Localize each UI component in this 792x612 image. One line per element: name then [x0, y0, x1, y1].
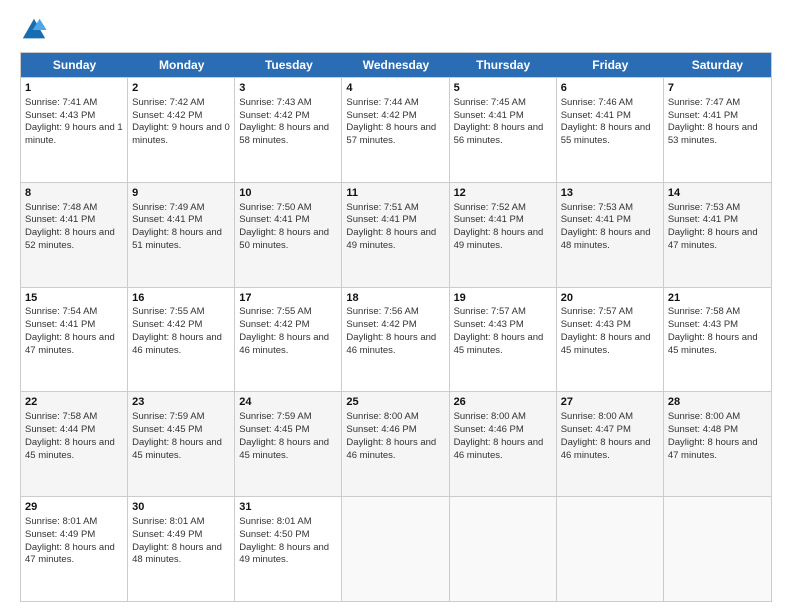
- day-number: 16: [132, 291, 230, 306]
- calendar-cell: 14Sunrise: 7:53 AM Sunset: 4:41 PM Dayli…: [664, 183, 771, 287]
- day-number: 29: [25, 500, 123, 515]
- day-number: 22: [25, 395, 123, 410]
- logo: [20, 16, 52, 44]
- calendar-cell: 10Sunrise: 7:50 AM Sunset: 4:41 PM Dayli…: [235, 183, 342, 287]
- calendar-cell: 9Sunrise: 7:49 AM Sunset: 4:41 PM Daylig…: [128, 183, 235, 287]
- calendar-row: 8Sunrise: 7:48 AM Sunset: 4:41 PM Daylig…: [21, 182, 771, 287]
- day-number: 14: [668, 186, 767, 201]
- calendar-cell: 4Sunrise: 7:44 AM Sunset: 4:42 PM Daylig…: [342, 78, 449, 182]
- day-number: 25: [346, 395, 444, 410]
- day-number: 7: [668, 81, 767, 96]
- day-number: 1: [25, 81, 123, 96]
- calendar-cell: 13Sunrise: 7:53 AM Sunset: 4:41 PM Dayli…: [557, 183, 664, 287]
- calendar-cell: 17Sunrise: 7:55 AM Sunset: 4:42 PM Dayli…: [235, 288, 342, 392]
- day-number: 5: [454, 81, 552, 96]
- day-number: 11: [346, 186, 444, 201]
- calendar-cell: 24Sunrise: 7:59 AM Sunset: 4:45 PM Dayli…: [235, 392, 342, 496]
- day-number: 26: [454, 395, 552, 410]
- day-number: 19: [454, 291, 552, 306]
- calendar-cell: 22Sunrise: 7:58 AM Sunset: 4:44 PM Dayli…: [21, 392, 128, 496]
- day-number: 18: [346, 291, 444, 306]
- calendar-cell: 20Sunrise: 7:57 AM Sunset: 4:43 PM Dayli…: [557, 288, 664, 392]
- day-number: 27: [561, 395, 659, 410]
- calendar-cell: 16Sunrise: 7:55 AM Sunset: 4:42 PM Dayli…: [128, 288, 235, 392]
- calendar-cell: [342, 497, 449, 601]
- calendar-cell: [664, 497, 771, 601]
- calendar-cell: 6Sunrise: 7:46 AM Sunset: 4:41 PM Daylig…: [557, 78, 664, 182]
- calendar: SundayMondayTuesdayWednesdayThursdayFrid…: [20, 52, 772, 602]
- header: [20, 16, 772, 44]
- calendar-cell: 27Sunrise: 8:00 AM Sunset: 4:47 PM Dayli…: [557, 392, 664, 496]
- day-number: 24: [239, 395, 337, 410]
- day-of-week-header: Tuesday: [235, 53, 342, 77]
- calendar-row: 29Sunrise: 8:01 AM Sunset: 4:49 PM Dayli…: [21, 496, 771, 601]
- calendar-cell: 2Sunrise: 7:42 AM Sunset: 4:42 PM Daylig…: [128, 78, 235, 182]
- calendar-cell: 28Sunrise: 8:00 AM Sunset: 4:48 PM Dayli…: [664, 392, 771, 496]
- calendar-cell: 1Sunrise: 7:41 AM Sunset: 4:43 PM Daylig…: [21, 78, 128, 182]
- day-number: 4: [346, 81, 444, 96]
- day-number: 12: [454, 186, 552, 201]
- day-number: 13: [561, 186, 659, 201]
- calendar-cell: 29Sunrise: 8:01 AM Sunset: 4:49 PM Dayli…: [21, 497, 128, 601]
- day-number: 8: [25, 186, 123, 201]
- calendar-cell: 7Sunrise: 7:47 AM Sunset: 4:41 PM Daylig…: [664, 78, 771, 182]
- day-number: 31: [239, 500, 337, 515]
- calendar-cell: 3Sunrise: 7:43 AM Sunset: 4:42 PM Daylig…: [235, 78, 342, 182]
- calendar-cell: 21Sunrise: 7:58 AM Sunset: 4:43 PM Dayli…: [664, 288, 771, 392]
- calendar-cell: 26Sunrise: 8:00 AM Sunset: 4:46 PM Dayli…: [450, 392, 557, 496]
- calendar-cell: 25Sunrise: 8:00 AM Sunset: 4:46 PM Dayli…: [342, 392, 449, 496]
- calendar-header: SundayMondayTuesdayWednesdayThursdayFrid…: [21, 53, 771, 77]
- day-number: 20: [561, 291, 659, 306]
- page: SundayMondayTuesdayWednesdayThursdayFrid…: [0, 0, 792, 612]
- calendar-cell: [557, 497, 664, 601]
- calendar-cell: 5Sunrise: 7:45 AM Sunset: 4:41 PM Daylig…: [450, 78, 557, 182]
- day-number: 10: [239, 186, 337, 201]
- calendar-row: 15Sunrise: 7:54 AM Sunset: 4:41 PM Dayli…: [21, 287, 771, 392]
- calendar-row: 1Sunrise: 7:41 AM Sunset: 4:43 PM Daylig…: [21, 77, 771, 182]
- day-number: 15: [25, 291, 123, 306]
- logo-icon: [20, 16, 48, 44]
- day-number: 23: [132, 395, 230, 410]
- calendar-cell: 31Sunrise: 8:01 AM Sunset: 4:50 PM Dayli…: [235, 497, 342, 601]
- calendar-cell: 11Sunrise: 7:51 AM Sunset: 4:41 PM Dayli…: [342, 183, 449, 287]
- calendar-cell: 23Sunrise: 7:59 AM Sunset: 4:45 PM Dayli…: [128, 392, 235, 496]
- day-number: 6: [561, 81, 659, 96]
- day-of-week-header: Monday: [128, 53, 235, 77]
- day-of-week-header: Sunday: [21, 53, 128, 77]
- calendar-cell: 30Sunrise: 8:01 AM Sunset: 4:49 PM Dayli…: [128, 497, 235, 601]
- calendar-body: 1Sunrise: 7:41 AM Sunset: 4:43 PM Daylig…: [21, 77, 771, 601]
- day-of-week-header: Thursday: [450, 53, 557, 77]
- calendar-cell: 8Sunrise: 7:48 AM Sunset: 4:41 PM Daylig…: [21, 183, 128, 287]
- day-number: 3: [239, 81, 337, 96]
- day-of-week-header: Wednesday: [342, 53, 449, 77]
- calendar-cell: 18Sunrise: 7:56 AM Sunset: 4:42 PM Dayli…: [342, 288, 449, 392]
- calendar-row: 22Sunrise: 7:58 AM Sunset: 4:44 PM Dayli…: [21, 391, 771, 496]
- day-number: 30: [132, 500, 230, 515]
- calendar-cell: 15Sunrise: 7:54 AM Sunset: 4:41 PM Dayli…: [21, 288, 128, 392]
- day-of-week-header: Saturday: [664, 53, 771, 77]
- day-number: 28: [668, 395, 767, 410]
- day-of-week-header: Friday: [557, 53, 664, 77]
- calendar-cell: 12Sunrise: 7:52 AM Sunset: 4:41 PM Dayli…: [450, 183, 557, 287]
- calendar-cell: 19Sunrise: 7:57 AM Sunset: 4:43 PM Dayli…: [450, 288, 557, 392]
- day-number: 2: [132, 81, 230, 96]
- day-number: 9: [132, 186, 230, 201]
- calendar-cell: [450, 497, 557, 601]
- day-number: 17: [239, 291, 337, 306]
- day-number: 21: [668, 291, 767, 306]
